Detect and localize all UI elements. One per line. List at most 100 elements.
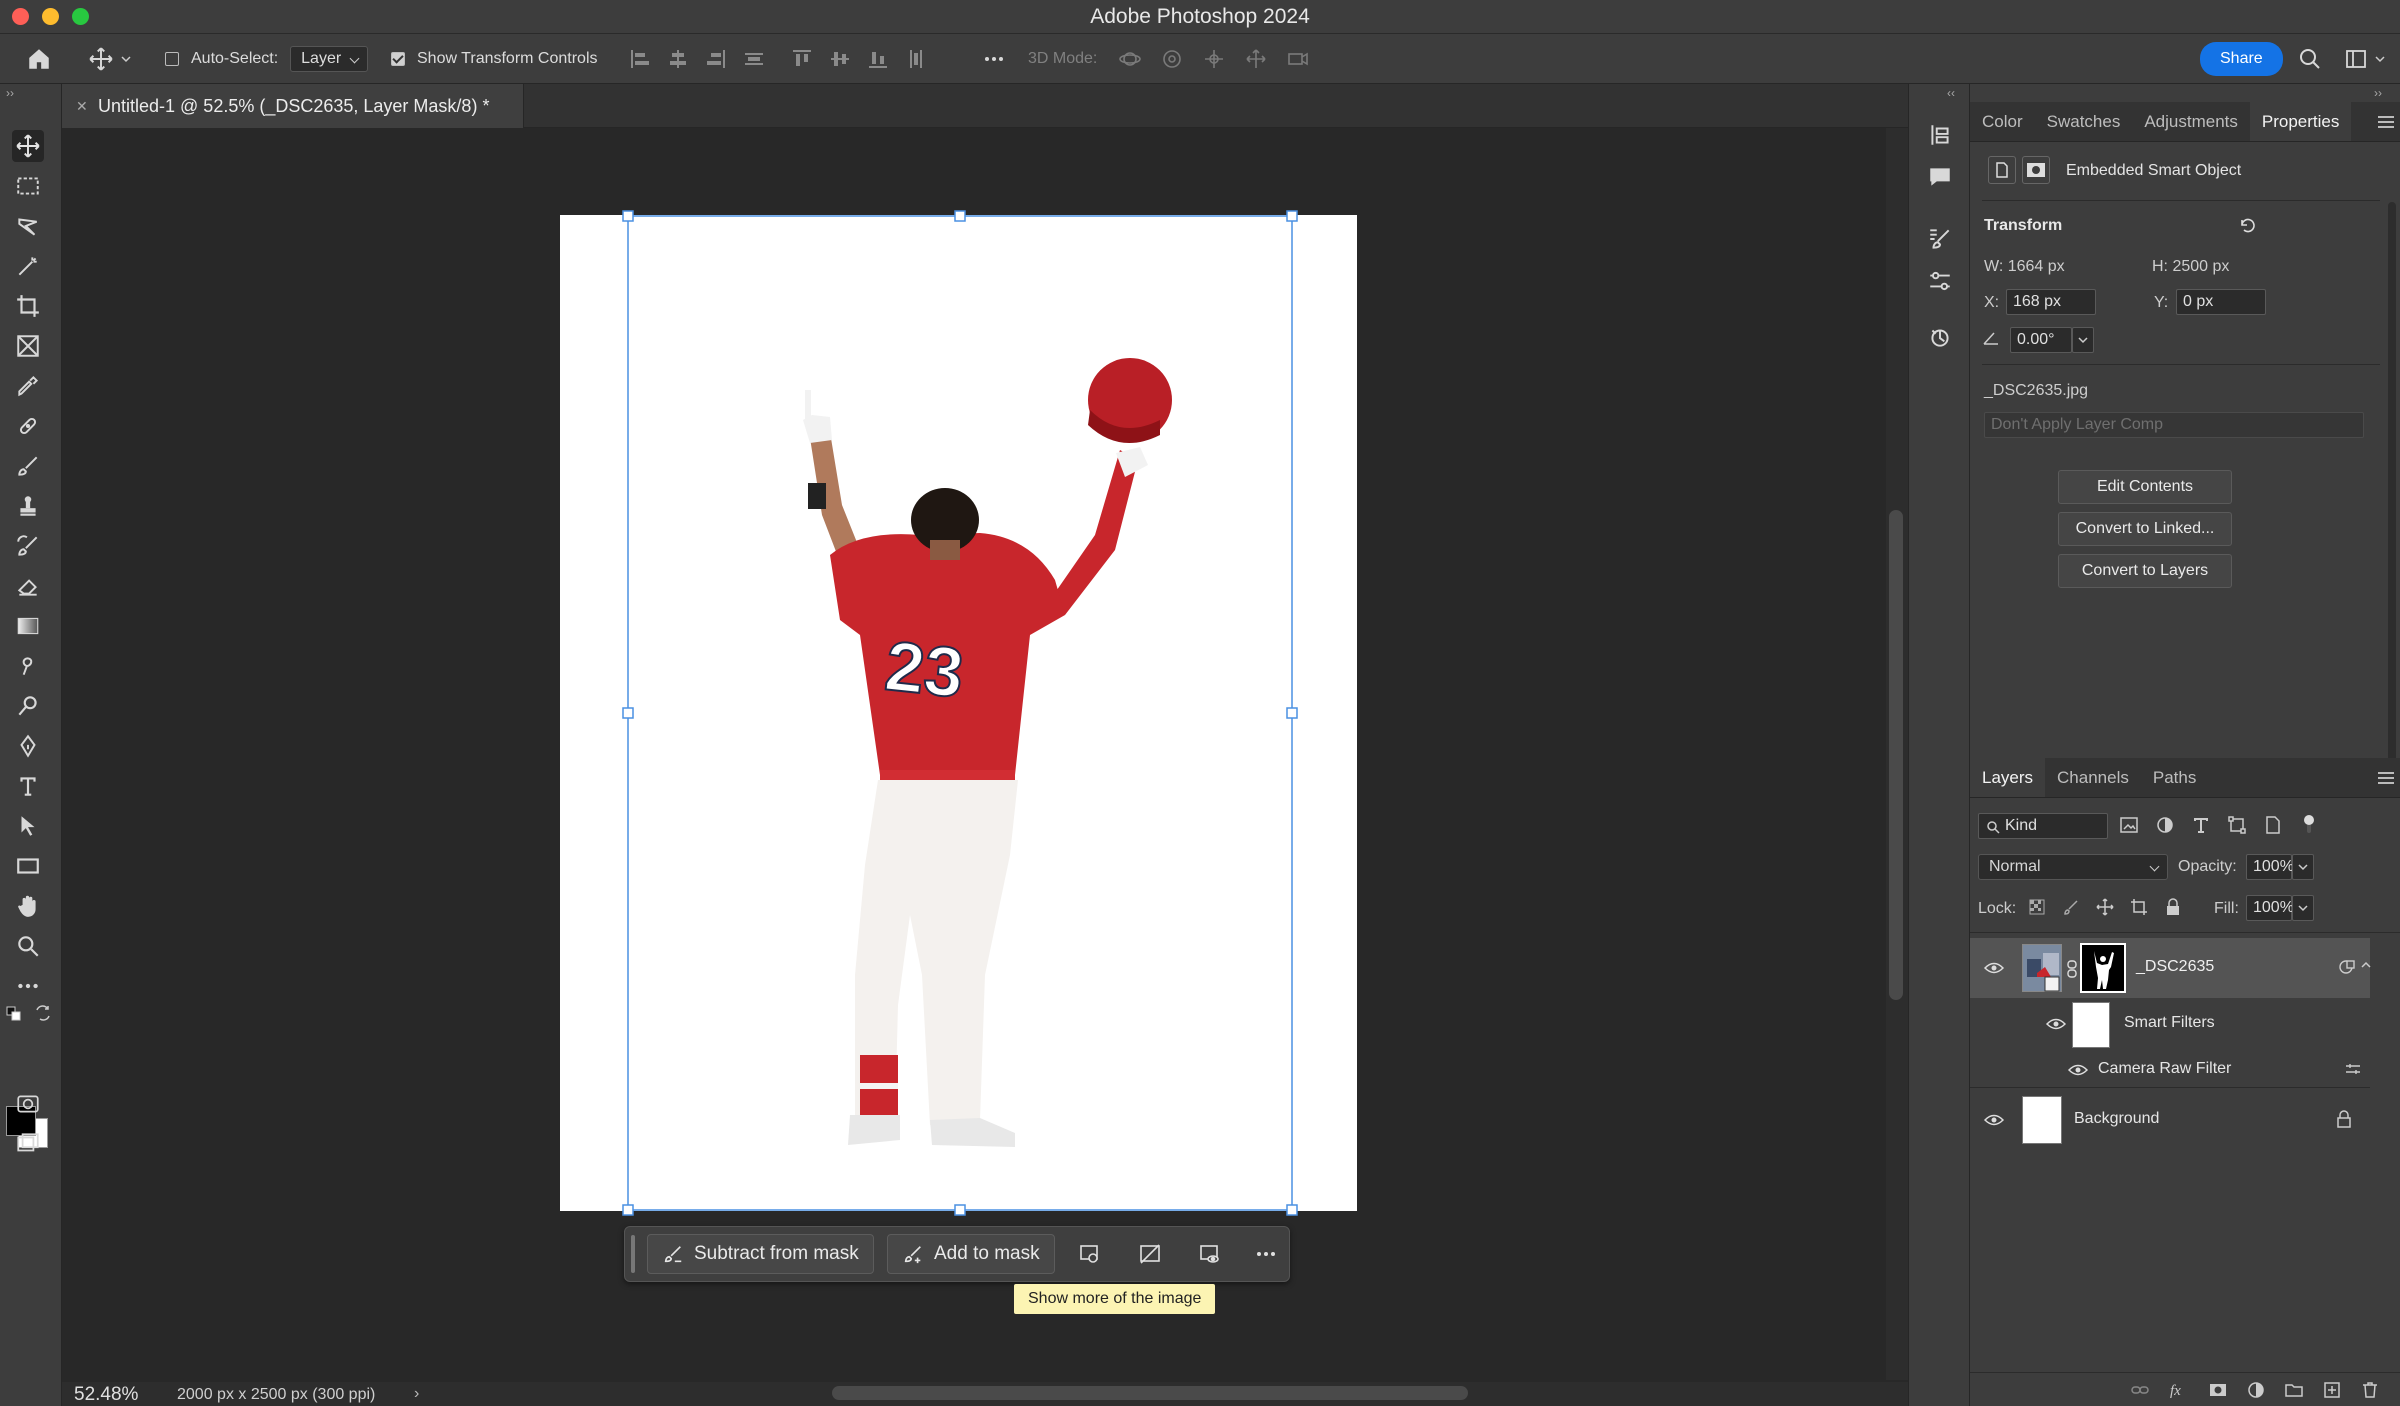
collapse-panels-icon[interactable]: ›› (2374, 86, 2382, 100)
more-options-icon[interactable] (982, 34, 1006, 84)
layer-mask-link-icon[interactable] (2066, 960, 2078, 983)
drag-handle[interactable] (631, 1235, 635, 1273)
comments-panel-icon[interactable] (1927, 164, 1953, 195)
collapse-strip-icon[interactable]: ‹‹ (1947, 86, 1955, 100)
lock-transparent-pixels-icon[interactable] (2028, 898, 2046, 916)
y-position-field[interactable]: 0 px (2176, 289, 2266, 315)
3d-slide-icon[interactable] (1244, 47, 1268, 71)
align-middle-icon[interactable] (828, 47, 852, 71)
tab-channels[interactable]: Channels (2045, 758, 2141, 797)
layer-comp-dropdown[interactable]: Don't Apply Layer Comp (1984, 412, 2364, 438)
lock-image-pixels-icon[interactable] (2062, 898, 2080, 916)
brush-settings-icon[interactable] (1927, 226, 1953, 257)
blend-mode-dropdown[interactable]: Normal (1978, 854, 2168, 880)
swap-colors-icon[interactable] (34, 1004, 52, 1027)
show-transform-controls-checkbox[interactable] (391, 52, 405, 66)
filter-toggle-icon[interactable] (2298, 814, 2320, 836)
edit-contents-button[interactable]: Edit Contents (2058, 470, 2232, 504)
filter-type-icon[interactable] (2190, 814, 2212, 836)
filter-blending-options-icon[interactable] (2344, 1060, 2362, 1083)
crop-tool-icon[interactable] (12, 290, 44, 322)
search-icon[interactable] (2298, 34, 2322, 84)
share-button[interactable]: Share (2200, 42, 2283, 76)
lasso-tool-icon[interactable] (12, 210, 44, 242)
document-tab[interactable]: ✕ Untitled-1 @ 52.5% (_DSC2635, Layer Ma… (62, 84, 524, 128)
history-brush-tool-icon[interactable] (12, 530, 44, 562)
screen-mode-icon[interactable] (12, 1128, 44, 1160)
tab-paths[interactable]: Paths (2141, 758, 2208, 797)
tab-adjustments[interactable]: Adjustments (2132, 102, 2250, 141)
magic-wand-tool-icon[interactable] (12, 250, 44, 282)
delete-layer-icon[interactable] (2360, 1380, 2380, 1400)
transform-handle[interactable] (622, 707, 634, 719)
distribute-vertical-icon[interactable] (904, 47, 928, 71)
healing-brush-tool-icon[interactable] (12, 410, 44, 442)
filter-adjustment-icon[interactable] (2154, 814, 2176, 836)
transform-handle[interactable] (1286, 210, 1298, 222)
move-tool-icon[interactable] (12, 130, 44, 162)
filter-shape-icon[interactable] (2226, 814, 2248, 836)
align-left-icon[interactable] (628, 47, 652, 71)
transform-handle[interactable] (622, 1204, 634, 1216)
new-adjustment-layer-icon[interactable] (2246, 1380, 2266, 1400)
hand-tool-icon[interactable] (12, 890, 44, 922)
type-tool-icon[interactable] (12, 770, 44, 802)
transform-handle[interactable] (622, 210, 634, 222)
layer-style-fx-icon[interactable]: fx (2168, 1380, 2190, 1400)
zoom-tool-icon[interactable] (12, 930, 44, 962)
reset-transform-icon[interactable] (2238, 216, 2258, 241)
add-to-mask-button[interactable]: Add to mask (887, 1234, 1055, 1274)
auto-select-dropdown[interactable]: Layer (290, 46, 369, 72)
vertical-scroll-thumb[interactable] (1889, 510, 1903, 1000)
new-layer-icon[interactable] (2322, 1380, 2342, 1400)
layer-mask-thumbnail[interactable] (2080, 943, 2126, 993)
fill-field[interactable]: 100% (2246, 895, 2294, 921)
x-position-field[interactable]: 168 px (2006, 289, 2096, 315)
zoom-level[interactable]: 52.48% (74, 1384, 138, 1406)
auto-select-checkbox[interactable] (165, 52, 179, 66)
mask-options-icon[interactable] (1077, 1241, 1103, 1267)
layer-row-dsc2635[interactable]: _DSC2635 (1970, 938, 2372, 998)
layer-name[interactable]: Background (2074, 1110, 2159, 1128)
marquee-tool-icon[interactable] (12, 170, 44, 202)
visibility-eye-icon[interactable] (2046, 1018, 2066, 1030)
fill-slider-toggle[interactable] (2292, 895, 2314, 921)
edit-toolbar-icon[interactable] (12, 970, 44, 1002)
angle-dropdown[interactable] (2072, 327, 2094, 353)
new-group-icon[interactable] (2284, 1380, 2304, 1400)
convert-to-linked-button[interactable]: Convert to Linked... (2058, 512, 2232, 546)
more-options-icon[interactable] (1253, 1241, 1279, 1267)
clone-stamp-tool-icon[interactable] (12, 490, 44, 522)
collapse-effects-icon[interactable] (2360, 958, 2372, 976)
transform-handle[interactable] (1286, 707, 1298, 719)
show-more-image-icon[interactable] (1197, 1241, 1223, 1267)
subtract-from-mask-button[interactable]: Subtract from mask (647, 1234, 874, 1274)
eraser-tool-icon[interactable] (12, 570, 44, 602)
camera-raw-filter-row[interactable]: Camera Raw Filter (1970, 1050, 2370, 1088)
frame-tool-icon[interactable] (12, 330, 44, 362)
transform-handle[interactable] (1286, 1204, 1298, 1216)
tab-swatches[interactable]: Swatches (2035, 102, 2133, 141)
3d-camera-icon[interactable] (1286, 47, 1310, 71)
opacity-slider-toggle[interactable] (2292, 854, 2314, 880)
visibility-eye-icon[interactable] (2068, 1064, 2088, 1076)
clone-source-icon[interactable] (1927, 324, 1953, 355)
close-document-icon[interactable]: ✕ (76, 98, 88, 115)
visibility-eye-icon[interactable] (1984, 962, 2004, 974)
layer-name[interactable]: _DSC2635 (2136, 958, 2214, 976)
layer-row-background[interactable]: Background (1970, 1090, 2370, 1148)
opacity-field[interactable]: 100% (2246, 854, 2294, 880)
pen-tool-icon[interactable] (12, 730, 44, 762)
history-panel-icon[interactable] (1927, 122, 1953, 153)
tab-color[interactable]: Color (1970, 102, 2035, 141)
default-colors-icon[interactable] (6, 1006, 22, 1027)
path-selection-tool-icon[interactable] (12, 810, 44, 842)
filter-pixel-icon[interactable] (2118, 814, 2140, 836)
collapse-panel-icon[interactable]: ›› (6, 86, 14, 100)
disable-mask-icon[interactable] (1137, 1241, 1163, 1267)
smart-filter-mask-thumbnail[interactable] (2072, 1002, 2110, 1048)
quick-mask-icon[interactable] (12, 1088, 44, 1120)
workspace-icon[interactable] (2344, 34, 2386, 84)
tab-layers[interactable]: Layers (1970, 758, 2046, 797)
gradient-tool-icon[interactable] (12, 610, 44, 642)
